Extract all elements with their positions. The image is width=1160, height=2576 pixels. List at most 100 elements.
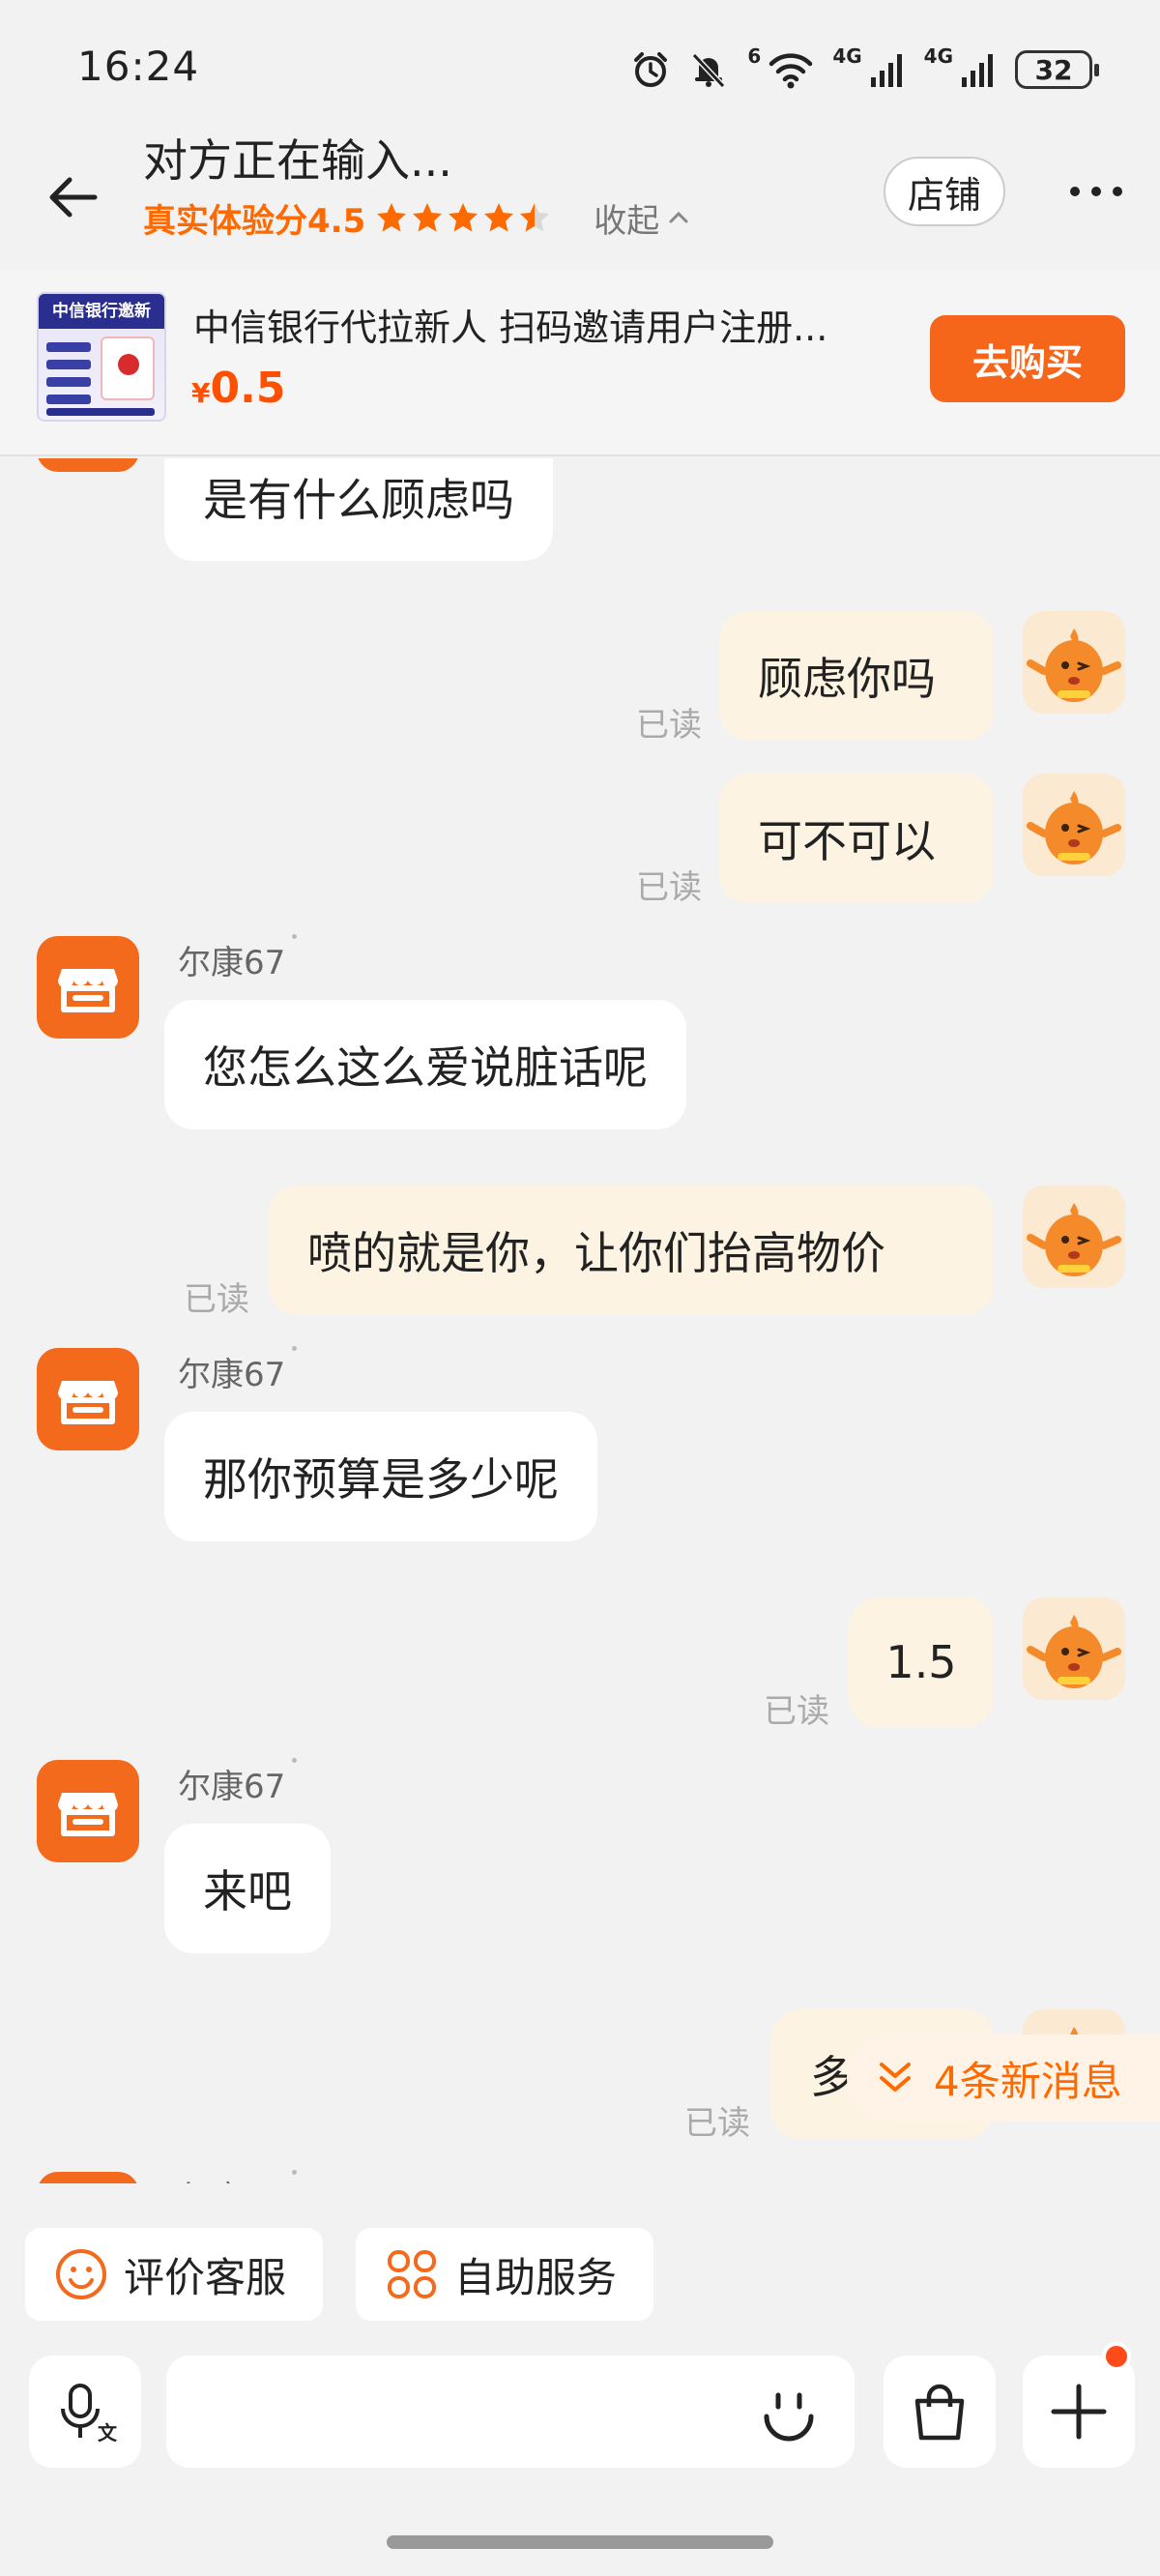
message-bubble-out[interactable]: 喷的就是你，让你们抬高物价 xyxy=(269,1186,994,1315)
notification-dot xyxy=(1102,2342,1131,2371)
buy-button[interactable]: 去购买 xyxy=(930,315,1125,402)
read-status: 已读 xyxy=(184,1280,249,1319)
mascot-avatar-icon xyxy=(1027,1615,1121,1688)
status-icons: 6 4G 4G 32 xyxy=(631,43,1099,97)
thumbnail-title: 中信银行邀新 xyxy=(39,294,164,329)
input-row: 文 xyxy=(0,2342,1160,2472)
thumbnail-line xyxy=(46,342,91,352)
smile-icon xyxy=(56,2249,106,2299)
grid-apps-icon xyxy=(388,2250,436,2298)
price-value: 0.5 xyxy=(210,364,286,413)
back-button[interactable] xyxy=(39,162,108,232)
read-status: 已读 xyxy=(764,1692,829,1731)
microphone-icon: 文 xyxy=(61,2384,118,2444)
network-label-2: 4G xyxy=(923,44,953,68)
self-service-label: 自助服务 xyxy=(454,2253,618,2301)
message-bubble-in[interactable]: 那你预算是多少呢 xyxy=(164,1412,597,1541)
alarm-icon xyxy=(634,52,668,87)
chat-area[interactable]: 是有什么顾虑吗 顾虑你吗 已读 可不可以 已读 尔康67 您怎么这么爱说脏话呢 … xyxy=(0,458,1160,2183)
network-label-1: 4G xyxy=(832,44,862,68)
chevron-up-icon xyxy=(669,211,688,223)
battery-icon: 32 xyxy=(1015,50,1099,89)
mascot-avatar-icon xyxy=(1027,1203,1121,1276)
mute-bell-icon xyxy=(692,52,726,89)
shop-avatar[interactable] xyxy=(37,1348,139,1450)
product-price: ¥0.5 xyxy=(191,364,285,413)
message-bubble-in[interactable]: 您怎么这么爱说脏话呢 xyxy=(164,1000,686,1129)
more-options-button[interactable] xyxy=(1061,170,1131,213)
thumbnail-line xyxy=(46,395,91,404)
status-bar: 16:24 6 4G 4G 32 xyxy=(0,0,1160,143)
user-avatar[interactable] xyxy=(1023,1186,1125,1288)
plus-icon xyxy=(1051,2384,1107,2440)
product-name[interactable]: 中信银行代拉新人 扫码邀请用户注册... xyxy=(193,298,889,351)
message-bubble-out[interactable]: 顾虑你吗 xyxy=(719,611,994,741)
mascot-avatar-icon xyxy=(1027,791,1121,864)
more-dot-icon xyxy=(1113,187,1122,196)
signal-icon xyxy=(962,54,993,87)
sender-name: 尔康67 xyxy=(178,1346,298,1395)
double-chevron-down-icon xyxy=(880,2063,911,2092)
sender-name: 尔康67 xyxy=(178,2170,298,2183)
shop-logo-icon xyxy=(58,969,118,1012)
mascot-avatar-icon xyxy=(1027,629,1121,702)
more-dot-icon xyxy=(1091,187,1101,196)
message-bubble-out[interactable]: 可不可以 xyxy=(719,774,994,903)
user-avatar[interactable] xyxy=(1023,611,1125,714)
new-messages-button[interactable]: 4条新消息 xyxy=(847,2034,1160,2122)
currency-symbol: ¥ xyxy=(191,377,211,409)
message-bubble-in[interactable]: 是有什么顾虑吗 xyxy=(164,458,553,561)
rate-service-button[interactable]: 评价客服 xyxy=(25,2228,323,2321)
thumbnail-line xyxy=(46,360,91,369)
voice-input-button[interactable]: 文 xyxy=(29,2356,141,2468)
wifi-badge: 6 xyxy=(747,44,762,68)
sender-name: 尔康67 xyxy=(178,934,298,983)
thumbnail-line xyxy=(46,408,155,416)
user-avatar[interactable] xyxy=(1023,774,1125,876)
user-avatar[interactable] xyxy=(1023,1597,1125,1700)
new-messages-label: 4条新消息 xyxy=(934,2057,1122,2105)
thumbnail-card-icon xyxy=(101,337,155,400)
message-bubble-in[interactable]: 来吧 xyxy=(164,1824,331,1953)
collapse-label: 收起 xyxy=(594,201,660,241)
shop-logo-icon xyxy=(58,1793,118,1836)
more-dot-icon xyxy=(1070,187,1080,196)
sender-name: 尔康67 xyxy=(178,1758,298,1807)
wifi-icon xyxy=(769,53,813,89)
shopping-bag-button[interactable] xyxy=(884,2356,996,2468)
collapse-toggle[interactable]: 收起 xyxy=(594,194,690,242)
read-status: 已读 xyxy=(636,868,702,907)
product-bar[interactable]: 中信银行邀新 中信银行代拉新人 扫码邀请用户注册... ¥0.5 去购买 xyxy=(0,271,1160,456)
rate-service-label: 评价客服 xyxy=(124,2253,287,2301)
emoji-smile-icon xyxy=(764,2392,814,2442)
shop-logo-icon xyxy=(37,458,139,472)
shop-logo-icon xyxy=(37,2172,139,2183)
home-indicator[interactable] xyxy=(387,2535,773,2549)
shop-avatar[interactable] xyxy=(37,936,139,1039)
star-icon xyxy=(413,203,443,232)
rating-stars xyxy=(375,201,551,234)
message-bubble-out[interactable]: 1.5 xyxy=(849,1597,994,1727)
star-icon xyxy=(449,203,478,232)
star-icon xyxy=(484,203,514,232)
shopping-bag-icon xyxy=(914,2384,965,2441)
signal-icon xyxy=(870,54,902,87)
product-thumbnail[interactable]: 中信银行邀新 xyxy=(37,292,166,422)
emoji-button[interactable] xyxy=(740,2356,837,2468)
shop-avatar[interactable] xyxy=(37,458,139,472)
shop-avatar[interactable] xyxy=(37,2172,139,2183)
shop-button[interactable]: 店铺 xyxy=(884,157,1005,226)
more-actions-button[interactable] xyxy=(1023,2356,1135,2468)
star-icon xyxy=(520,203,550,232)
voice-badge: 文 xyxy=(98,2421,118,2444)
read-status: 已读 xyxy=(636,706,702,745)
thumbnail-line xyxy=(46,377,91,387)
rating-label: 真实体验分4.5 xyxy=(143,201,366,241)
chat-title: 对方正在输入... xyxy=(143,134,452,187)
back-arrow-icon xyxy=(49,177,98,218)
shop-avatar[interactable] xyxy=(37,1760,139,1862)
star-icon xyxy=(377,203,407,232)
shop-logo-icon xyxy=(58,1381,118,1424)
status-time: 16:24 xyxy=(77,43,200,90)
self-service-button[interactable]: 自助服务 xyxy=(356,2228,653,2321)
